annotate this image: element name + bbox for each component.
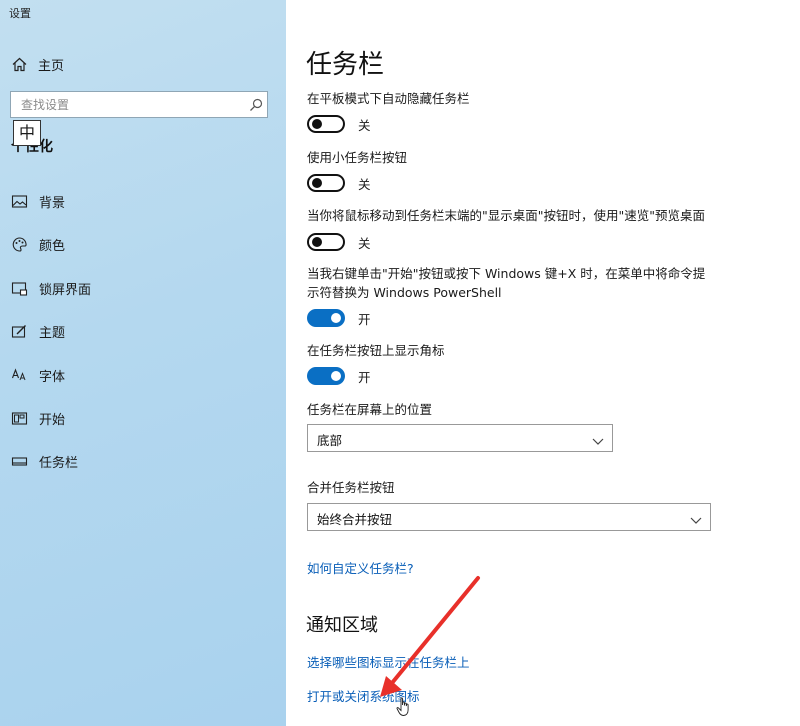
picture-icon (11, 193, 28, 210)
home-nav-item[interactable]: 主页 (11, 55, 65, 74)
search-icon[interactable] (249, 97, 263, 111)
badges-toggle-row: 开 (307, 365, 371, 387)
toggle-knob (331, 371, 341, 381)
window-title: 设置 (9, 7, 31, 20)
sidebar-item-label: 锁屏界面 (39, 282, 92, 298)
auto-hide-tablet-toggle[interactable] (307, 115, 345, 133)
home-label: 主页 (38, 58, 65, 74)
powershell-toggle[interactable] (307, 309, 345, 327)
customize-taskbar-help-link[interactable]: 如何自定义任务栏? (307, 558, 414, 577)
font-icon (11, 367, 28, 384)
peek-toggle-row: 关 (307, 231, 371, 253)
dropdown-value: 始终合并按钮 (317, 512, 393, 527)
search-input[interactable] (11, 92, 239, 117)
sidebar-item-taskbar[interactable]: 任务栏 (11, 451, 78, 471)
taskbar-settings-page: 任务栏 在平板模式下自动隐藏任务栏 关 使用小任务栏按钮 关 当你将鼠标移动到任… (286, 0, 800, 726)
small-buttons-toggle[interactable] (307, 174, 345, 192)
home-icon (11, 56, 28, 73)
sidebar-item-themes[interactable]: 主题 (11, 321, 65, 341)
settings-sidebar: 设置 主页 个性化 中 背景 颜色 锁屏界面 主题 (0, 0, 286, 726)
toggle-state-label: 开 (358, 369, 371, 385)
setting-label: 在平板模式下自动隐藏任务栏 (307, 91, 470, 106)
badges-toggle[interactable] (307, 367, 345, 385)
sidebar-item-label: 字体 (39, 369, 66, 385)
select-taskbar-icons-link[interactable]: 选择哪些图标显示在任务栏上 (307, 652, 470, 671)
sidebar-item-label: 主题 (39, 325, 66, 341)
peek-toggle[interactable] (307, 233, 345, 251)
sidebar-item-background[interactable]: 背景 (11, 191, 65, 211)
dropdown-value: 底部 (317, 433, 343, 448)
chevron-down-icon (690, 511, 702, 524)
toggle-state-label: 关 (358, 117, 371, 133)
toggle-knob (312, 119, 322, 129)
sidebar-item-colors[interactable]: 颜色 (11, 234, 65, 254)
setting-label: 合并任务栏按钮 (307, 480, 395, 495)
auto-hide-tablet-toggle-row: 关 (307, 113, 371, 135)
theme-brush-icon (11, 323, 28, 340)
hand-cursor-icon (396, 697, 412, 717)
setting-label: 任务栏在屏幕上的位置 (307, 402, 433, 417)
setting-label: 当你将鼠标移动到任务栏末端的"显示桌面"按钮时，使用"速览"预览桌面 (307, 208, 705, 223)
toggle-knob (331, 313, 341, 323)
powershell-toggle-row: 开 (307, 307, 371, 329)
taskbar-position-dropdown[interactable]: 底部 (307, 424, 613, 452)
sidebar-item-label: 开始 (39, 412, 66, 428)
setting-label: 使用小任务栏按钮 (307, 150, 408, 165)
setting-label: 在任务栏按钮上显示角标 (307, 343, 445, 358)
taskbar-icon (11, 453, 28, 470)
palette-icon (11, 236, 28, 253)
page-title: 任务栏 (306, 50, 385, 80)
toggle-knob (312, 237, 322, 247)
sidebar-item-start[interactable]: 开始 (11, 408, 65, 428)
setting-label: 当我右键单击"开始"按钮或按下 Windows 键+X 时，在菜单中将命令提示符… (307, 266, 706, 300)
ime-indicator: 中 (13, 120, 41, 146)
toggle-knob (312, 178, 322, 188)
notification-area-title: 通知区域 (306, 615, 378, 636)
sidebar-item-label: 颜色 (39, 238, 66, 254)
toggle-state-label: 关 (358, 176, 371, 192)
search-box (10, 91, 268, 118)
small-buttons-toggle-row: 关 (307, 172, 371, 194)
sidebar-item-fonts[interactable]: 字体 (11, 365, 65, 385)
sidebar-item-label: 任务栏 (39, 455, 79, 471)
toggle-state-label: 关 (358, 235, 371, 251)
sidebar-item-label: 背景 (39, 195, 66, 211)
lock-screen-icon (11, 280, 28, 297)
start-menu-icon (11, 410, 28, 427)
combine-buttons-dropdown[interactable]: 始终合并按钮 (307, 503, 711, 531)
sidebar-item-lock-screen[interactable]: 锁屏界面 (11, 278, 91, 298)
chevron-down-icon (592, 432, 604, 445)
toggle-state-label: 开 (358, 311, 371, 327)
